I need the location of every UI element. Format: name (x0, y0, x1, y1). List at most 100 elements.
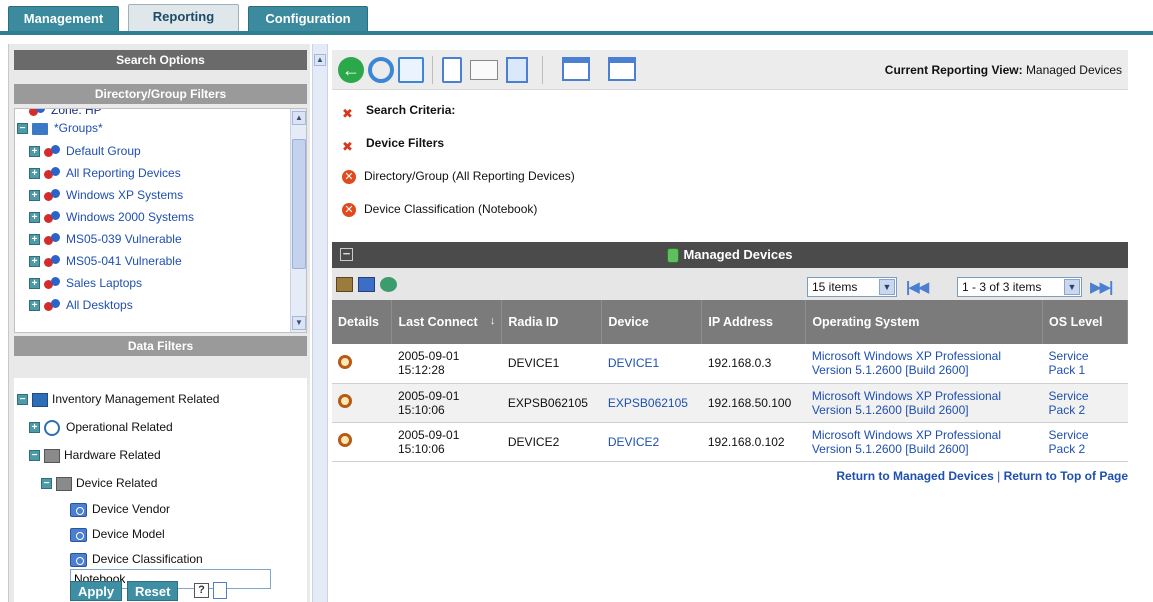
expand-icon[interactable]: + (29, 168, 40, 180)
data-filters-header[interactable]: Data Filters (14, 336, 307, 356)
os-level-link[interactable]: Service (1049, 428, 1122, 442)
details-magnifier-icon[interactable] (338, 354, 352, 369)
col-details[interactable]: Details (332, 300, 393, 344)
device-link[interactable]: EXPSB062105 (608, 396, 688, 410)
save-grid-icon[interactable] (358, 277, 375, 292)
collapse-icon[interactable]: − (17, 123, 28, 135)
export-grid-icon[interactable] (336, 277, 353, 292)
expand-icon[interactable]: + (29, 278, 40, 290)
data-item-hardware[interactable]: − Hardware Related (29, 444, 161, 466)
export-icon[interactable] (442, 57, 462, 83)
tab-configuration[interactable]: Configuration (248, 6, 368, 32)
window-icon[interactable] (562, 57, 590, 81)
chevron-down-icon[interactable]: ▼ (1064, 279, 1080, 295)
apply-button[interactable]: Apply (70, 581, 123, 601)
back-icon[interactable]: ← (338, 57, 364, 83)
refresh-icon[interactable] (368, 57, 394, 83)
tree-groups-root[interactable]: − *Groups* (17, 117, 103, 139)
data-item-operational[interactable]: + Operational Related (29, 416, 173, 438)
os-level-link[interactable]: Service (1049, 389, 1122, 403)
expand-icon[interactable]: + (29, 146, 40, 158)
remove-all-icon[interactable]: ✖ (342, 137, 358, 154)
details-magnifier-icon[interactable] (338, 394, 352, 408)
chevron-down-icon[interactable]: ▼ (879, 279, 895, 295)
device-link[interactable]: DEVICE2 (608, 435, 659, 449)
device-filters-label: ✖ Device Filters (342, 136, 445, 154)
tree-item-default-group[interactable]: + Default Group (29, 140, 141, 162)
expand-icon[interactable]: + (29, 212, 40, 224)
first-page-icon[interactable]: |◀◀ (906, 278, 929, 296)
col-os-level[interactable]: OS Level (1042, 300, 1128, 344)
search-options-header[interactable]: Search Options (14, 50, 307, 70)
col-last-connect[interactable]: Last Connect ↓ (391, 300, 503, 344)
data-item-device-model[interactable]: Device Model (70, 523, 165, 545)
tree-item-ms05-041[interactable]: + MS05-041 Vulnerable (29, 250, 182, 272)
group-icon (44, 144, 60, 159)
users-grid-icon[interactable] (380, 277, 397, 292)
table-row: 2005-09-01 15:12:28 DEVICE1 DEVICE1 192.1… (332, 344, 1128, 384)
page-size-select[interactable]: 15 items ▼ (807, 277, 897, 297)
remove-icon[interactable]: ✕ (342, 169, 356, 184)
page-range-select[interactable]: 1 - 3 of 3 items ▼ (957, 277, 1082, 297)
tree-item-ms05-039[interactable]: + MS05-039 Vulnerable (29, 228, 182, 250)
os-link[interactable]: Microsoft Windows XP Professional (812, 349, 1037, 363)
col-ip-address[interactable]: IP Address (701, 300, 807, 344)
expand-icon[interactable]: + (29, 422, 40, 434)
col-radia-id[interactable]: Radia ID (501, 300, 603, 344)
toolbar-separator (432, 56, 433, 84)
last-page-icon[interactable]: ▶▶| (1090, 278, 1113, 296)
tab-management[interactable]: Management (8, 6, 119, 32)
tree-item-windows-2000[interactable]: + Windows 2000 Systems (29, 206, 194, 228)
email-icon[interactable] (470, 60, 498, 80)
tree-item-windows-xp[interactable]: + Windows XP Systems (29, 184, 183, 206)
scroll-thumb[interactable] (292, 139, 306, 269)
tree-item-all-desktops[interactable]: + All Desktops (29, 294, 133, 316)
remove-icon[interactable]: ✕ (342, 202, 356, 217)
report-toolbar: ← Current Reporting View: Managed Device… (332, 50, 1128, 90)
expand-icon[interactable]: + (29, 300, 40, 312)
print-icon[interactable] (506, 57, 528, 83)
scroll-up-icon[interactable]: ▲ (292, 111, 306, 125)
home-icon[interactable] (398, 57, 424, 83)
scroll-down-icon[interactable]: ▼ (292, 316, 306, 330)
tree-item-sales-laptops[interactable]: + Sales Laptops (29, 272, 142, 294)
splitter-up-icon[interactable]: ▲ (314, 54, 326, 66)
group-icon (44, 210, 60, 225)
data-item-device-related[interactable]: − Device Related (41, 472, 157, 494)
data-item-device-classification[interactable]: Device Classification (70, 548, 203, 570)
collapse-icon[interactable]: − (29, 450, 40, 462)
group-icon (44, 298, 60, 313)
tab-reporting[interactable]: Reporting (128, 4, 239, 34)
collapse-icon[interactable]: − (41, 478, 52, 490)
return-managed-devices-link[interactable]: Return to Managed Devices (836, 469, 993, 483)
panel-splitter[interactable]: ▲ (312, 44, 328, 602)
details-magnifier-icon[interactable] (338, 433, 352, 447)
help-icon[interactable]: ? (194, 583, 209, 598)
os-link[interactable]: Microsoft Windows XP Professional (812, 389, 1037, 403)
new-window-icon[interactable] (608, 57, 636, 81)
device-list-icon (667, 248, 680, 264)
left-panel: Search Options Directory/Group Filters Z… (8, 44, 310, 602)
col-operating-system[interactable]: Operating System (805, 300, 1044, 344)
device-link[interactable]: DEVICE1 (608, 356, 659, 370)
col-device[interactable]: Device (601, 300, 703, 344)
expand-icon[interactable]: + (29, 190, 40, 202)
sort-arrow-icon[interactable]: ↓ (490, 315, 496, 327)
query-icon (70, 502, 87, 517)
query-icon (70, 552, 87, 567)
managed-devices-table: Details Last Connect ↓ Radia ID Device IP… (332, 300, 1128, 462)
collapse-icon[interactable]: − (17, 394, 28, 406)
search-document-icon[interactable] (213, 582, 227, 599)
directory-filters-header[interactable]: Directory/Group Filters (14, 84, 307, 104)
tree-scrollbar[interactable]: ▲ ▼ (290, 109, 306, 332)
tree-item-all-reporting-devices[interactable]: + All Reporting Devices (29, 162, 181, 184)
os-link[interactable]: Microsoft Windows XP Professional (812, 428, 1037, 442)
data-item-inventory[interactable]: − Inventory Management Related (17, 388, 219, 410)
return-top-link[interactable]: Return to Top of Page (1004, 469, 1128, 483)
data-item-device-vendor[interactable]: Device Vendor (70, 498, 170, 520)
remove-all-icon[interactable]: ✖ (342, 104, 358, 121)
expand-icon[interactable]: + (29, 256, 40, 268)
os-level-link[interactable]: Service (1049, 349, 1122, 363)
expand-icon[interactable]: + (29, 234, 40, 246)
reset-button[interactable]: Reset (127, 581, 179, 601)
